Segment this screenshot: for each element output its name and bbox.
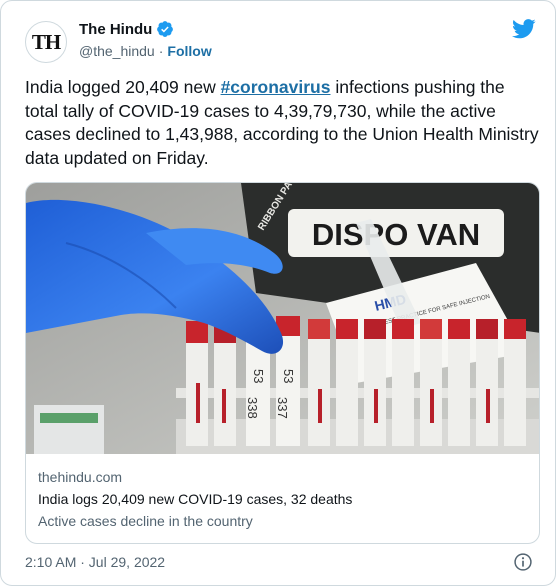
author-handle[interactable]: @the_hindu xyxy=(79,43,155,59)
tweet-embed: TH The Hindu @the_hindu · Follow India l… xyxy=(0,0,556,586)
author-handle-row: @the_hindu · Follow xyxy=(79,43,212,59)
card-description: Active cases decline in the country xyxy=(38,513,253,529)
card-meta: thehindu.com India logs 20,409 new COVID… xyxy=(26,454,539,532)
avatar[interactable]: TH xyxy=(25,21,67,63)
tweet-timestamp[interactable]: 2:10 AM · Jul 29, 2022 xyxy=(25,554,165,570)
separator-dot: · xyxy=(158,43,164,59)
avatar-logo-text: TH xyxy=(31,29,61,54)
author-name-row: The Hindu xyxy=(79,20,212,38)
tube-label-4: 337 xyxy=(275,397,290,419)
author-name[interactable]: The Hindu xyxy=(79,21,152,38)
link-card[interactable]: DISPO VAN RIBBON PA HMD BEST PRACTICE FO… xyxy=(25,182,540,544)
tweet-text: India logged 20,409 new #coronavirus inf… xyxy=(25,76,540,170)
author-block: The Hindu @the_hindu · Follow xyxy=(79,20,212,60)
tube-label-1: 53 xyxy=(251,369,266,383)
card-title[interactable]: India logs 20,409 new COVID-19 cases, 32… xyxy=(38,488,527,510)
verified-badge-icon xyxy=(157,21,174,37)
dispovan-label: DISPO VAN xyxy=(312,217,480,252)
twitter-bird-icon[interactable] xyxy=(512,19,536,39)
info-icon[interactable] xyxy=(513,552,533,572)
follow-button[interactable]: Follow xyxy=(167,43,211,59)
card-domain: thehindu.com xyxy=(38,469,123,485)
tube-label-3: 53 xyxy=(281,369,296,383)
hashtag-link[interactable]: #coronavirus xyxy=(221,77,331,97)
card-image[interactable]: DISPO VAN RIBBON PA HMD BEST PRACTICE FO… xyxy=(26,183,539,454)
tweet-text-start: India logged 20,409 new xyxy=(25,77,221,97)
card-photo: DISPO VAN RIBBON PA HMD BEST PRACTICE FO… xyxy=(26,183,539,454)
tube-label-2: 338 xyxy=(245,397,260,419)
